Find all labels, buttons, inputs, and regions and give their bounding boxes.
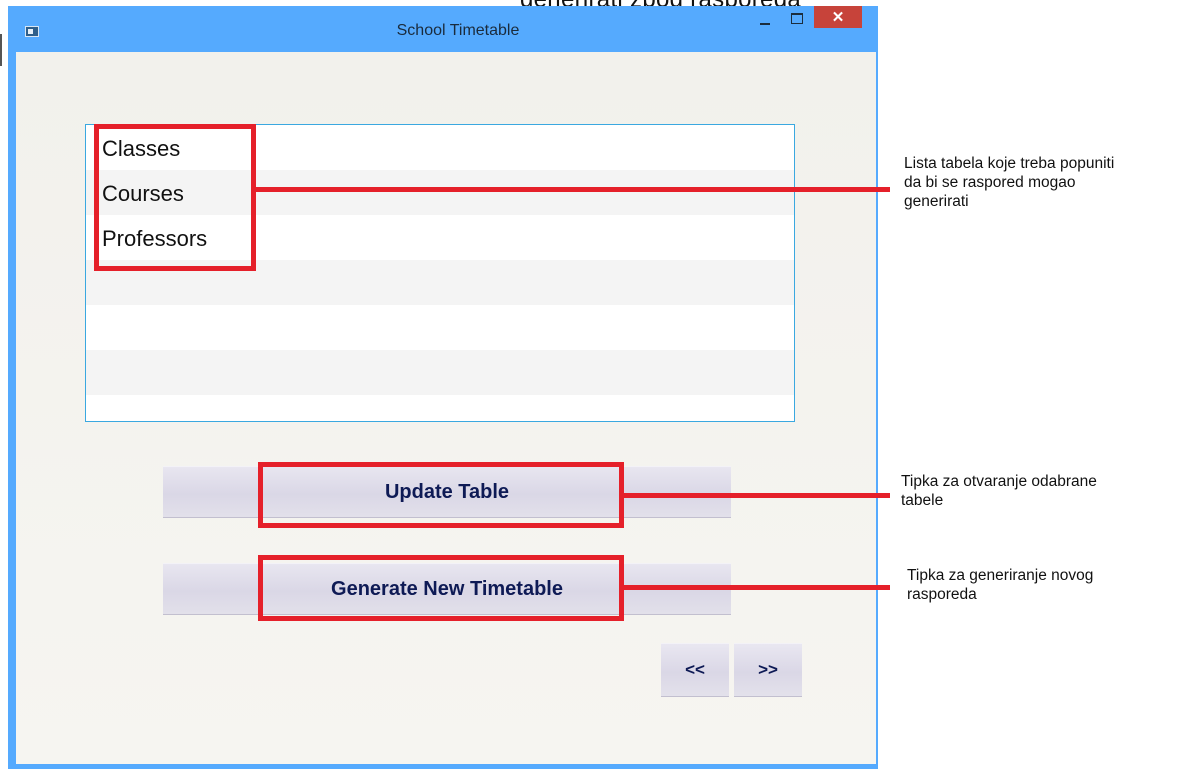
annotation-update-note: Tipka za otvaranje odabrane tabele: [901, 473, 1097, 509]
left-edge-mark: [0, 34, 2, 66]
list-row-empty: [86, 305, 794, 350]
next-button[interactable]: >>: [734, 643, 802, 697]
maximize-button[interactable]: [784, 6, 810, 36]
callout-line-list: [256, 187, 890, 192]
list-row-empty: [86, 350, 794, 395]
minimize-icon: [760, 23, 770, 25]
close-button[interactable]: ✕: [814, 6, 862, 28]
annotation-list-note: Lista tabela koje treba popuniti da bi s…: [904, 155, 1115, 210]
maximize-icon: [791, 12, 803, 24]
annotation-generate-note: Tipka za generiranje novog rasporeda: [907, 567, 1094, 603]
close-icon: ✕: [831, 9, 845, 26]
minimize-button[interactable]: [752, 6, 778, 36]
highlight-box-generate: [258, 555, 624, 621]
highlight-box-list: [94, 124, 256, 271]
previous-button[interactable]: <<: [661, 643, 729, 697]
callout-line-update: [624, 493, 890, 498]
screenshot-stage: generirati zbog rasporeda School Timetab…: [0, 0, 1200, 769]
highlight-box-update: [258, 462, 624, 528]
title-bar[interactable]: School Timetable ✕: [8, 6, 878, 52]
callout-line-generate: [624, 585, 890, 590]
